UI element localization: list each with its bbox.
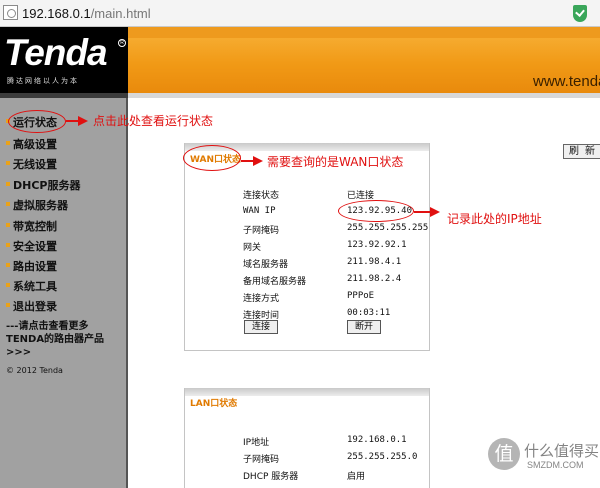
watermark-domain: SMZDM.COM	[527, 460, 584, 470]
sidebar-item-label: 退出登录	[13, 300, 57, 313]
wan-value-dns2: 211.98.2.4	[347, 274, 402, 284]
lan-value-dhcp: 启用	[347, 472, 366, 482]
annotation-ip-record: 记录此处的IP地址	[447, 212, 542, 226]
watermark-text: 什么值得买	[524, 442, 600, 460]
disconnect-button[interactable]: 断开	[347, 320, 381, 334]
lan-label-dhcp: DHCP 服务器	[243, 472, 299, 482]
wan-label-dns: 域名服务器	[243, 260, 289, 270]
bullet-icon	[6, 223, 10, 227]
sidebar-item-routing[interactable]: 路由设置	[6, 258, 57, 274]
sidebar-item-label: 路由设置	[13, 260, 57, 273]
sidebar-item-label: 带宽控制	[13, 220, 57, 233]
refresh-button[interactable]: 刷新	[563, 144, 600, 159]
lan-label-ip: IP地址	[243, 438, 270, 448]
sidebar-item-label: 安全设置	[13, 240, 57, 253]
sidebar-item-label: DHCP服务器	[13, 179, 81, 192]
more-products-link[interactable]: ---请点击查看更多TENDA的路由器产品>>>	[6, 320, 122, 359]
annotation-arrow-icon	[253, 156, 263, 166]
lan-panel-title: LAN口状态	[190, 399, 238, 409]
bullet-icon	[6, 202, 10, 206]
logo-slogan: 腾达网络以人为本	[7, 77, 79, 85]
annotation-run-status: 点击此处查看运行状态	[93, 114, 214, 128]
sidebar-item-label: 高级设置	[13, 138, 57, 151]
sidebar-item-virtual-server[interactable]: 虚拟服务器	[6, 197, 68, 213]
panel-header-bar	[185, 388, 429, 396]
wan-value-status: 已连接	[347, 191, 375, 201]
wan-value-conn-type: PPPoE	[347, 291, 375, 301]
bullet-icon	[6, 303, 10, 307]
annotation-oval-wan-status	[183, 145, 241, 171]
url-path: /main.html	[90, 6, 151, 21]
shield-icon[interactable]	[573, 5, 587, 22]
sidebar-item-label: 系统工具	[13, 280, 57, 293]
annotation-oval-ip	[338, 200, 414, 222]
lan-value-mask: 255.255.255.0	[347, 452, 418, 462]
sidebar-item-label: 无线设置	[13, 158, 57, 171]
watermark-logo-icon: 值	[488, 438, 520, 470]
sidebar-item-bandwidth[interactable]: 带宽控制	[6, 218, 57, 234]
wan-label-gateway: 网关	[243, 243, 262, 253]
sidebar-item-wireless[interactable]: 无线设置	[6, 156, 57, 172]
page-icon	[3, 5, 18, 20]
header-website[interactable]: www.tenda.	[533, 73, 600, 90]
wan-value-gateway: 123.92.92.1	[347, 240, 407, 250]
url-field[interactable]: 192.168.0.1/main.html	[22, 6, 151, 21]
lan-value-ip: 192.168.0.1	[347, 435, 407, 445]
sidebar-item-logout[interactable]: 退出登录	[6, 298, 57, 314]
wan-value-conn-time: 00:03:11	[347, 308, 391, 318]
wan-label-ip: WAN IP	[243, 206, 276, 216]
sidebar-item-label: 虚拟服务器	[13, 199, 68, 212]
sidebar-item-advanced[interactable]: 高级设置	[6, 136, 57, 152]
bullet-icon	[6, 263, 10, 267]
header-band	[128, 27, 600, 38]
bullet-icon	[6, 141, 10, 145]
annotation-arrow-icon	[78, 116, 88, 126]
wan-label-conn-type: 连接方式	[243, 294, 280, 304]
wan-label-mask: 子网掩码	[243, 226, 280, 236]
tenda-logo: Tenda	[4, 32, 108, 73]
address-bar: 192.168.0.1/main.html	[0, 0, 600, 27]
sidebar-item-system-tools[interactable]: 系统工具	[6, 278, 57, 294]
wan-value-mask: 255.255.255.255	[347, 223, 429, 233]
wan-label-dns2: 备用域名服务器	[243, 277, 307, 287]
annotation-wan-status: 需要查询的是WAN口状态	[267, 155, 404, 169]
connect-button[interactable]: 连接	[244, 320, 278, 334]
url-host: 192.168.0.1	[22, 6, 91, 21]
registered-mark-icon: R	[118, 39, 126, 47]
bullet-icon	[6, 243, 10, 247]
annotation-arrow-icon	[430, 207, 440, 217]
wan-value-dns: 211.98.4.1	[347, 257, 402, 267]
bullet-icon	[6, 161, 10, 165]
header-banner	[128, 27, 600, 93]
sidebar-item-security[interactable]: 安全设置	[6, 238, 57, 254]
copyright: © 2012 Tenda	[6, 366, 63, 375]
sidebar-item-dhcp[interactable]: DHCP服务器	[6, 177, 80, 193]
annotation-oval-run-status	[8, 110, 66, 133]
lan-label-mask: 子网掩码	[243, 455, 280, 465]
bullet-icon	[6, 182, 10, 186]
wan-label-status: 连接状态	[243, 191, 280, 201]
bullet-icon	[6, 283, 10, 287]
